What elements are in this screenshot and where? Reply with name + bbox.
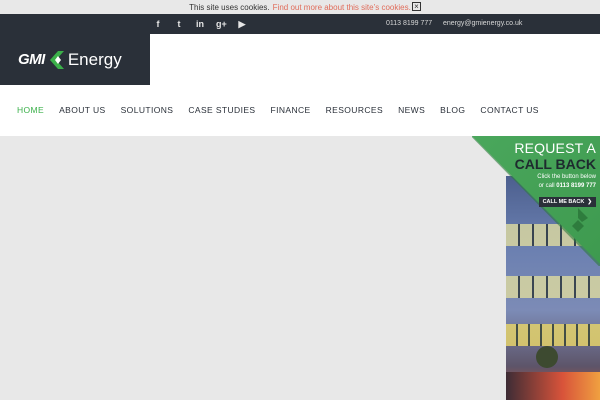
social-links: f t in g+ ▶ bbox=[153, 14, 247, 34]
site-header: GMI Energy HOME ABOUT US SOLUTIONS CASE … bbox=[0, 34, 600, 136]
close-icon[interactable]: × bbox=[412, 2, 421, 11]
main-nav: HOME ABOUT US SOLUTIONS CASE STUDIES FIN… bbox=[17, 105, 539, 115]
promo-callback-text: CALL BACK bbox=[514, 156, 596, 172]
email-link[interactable]: energy@gmienergy.co.uk bbox=[443, 14, 522, 34]
google-plus-icon[interactable]: g+ bbox=[216, 19, 227, 29]
top-bar: f t in g+ ▶ 0113 8199 777 energy@gmiener… bbox=[0, 14, 600, 34]
promo-request-text: REQUEST A bbox=[514, 140, 596, 156]
logo[interactable]: GMI Energy bbox=[0, 34, 150, 85]
promo-text: REQUEST A CALL BACK Click the button bel… bbox=[514, 141, 596, 208]
logo-energy-text: Energy bbox=[67, 49, 122, 69]
call-me-back-label: CALL ME BACK bbox=[542, 199, 585, 205]
nav-item-solutions[interactable]: SOLUTIONS bbox=[121, 105, 174, 115]
nav-item-blog[interactable]: BLOG bbox=[440, 105, 465, 115]
nav-item-resources[interactable]: RESOURCES bbox=[326, 105, 383, 115]
cookie-info-link[interactable]: Find out more about this site’s cookies. bbox=[273, 3, 411, 12]
tree-shape bbox=[536, 346, 558, 368]
nav-item-finance[interactable]: FINANCE bbox=[271, 105, 311, 115]
promo-instruction: Click the button below bbox=[537, 174, 596, 180]
promo-call-line: or call 0113 8199 777 bbox=[514, 183, 596, 190]
promo-chevron-icon bbox=[572, 208, 588, 232]
nav-item-about-us[interactable]: ABOUT US bbox=[59, 105, 106, 115]
nav-item-news[interactable]: NEWS bbox=[398, 105, 425, 115]
youtube-icon[interactable]: ▶ bbox=[237, 19, 247, 30]
promo-phone: 0113 8199 777 bbox=[556, 183, 596, 189]
nav-item-contact-us[interactable]: CONTACT US bbox=[480, 105, 538, 115]
promo-call-prefix: or call bbox=[538, 183, 555, 189]
street-lights bbox=[506, 372, 600, 400]
logo-gmi-text: GMI bbox=[18, 51, 45, 68]
cookie-bar: This site uses cookies. Find out more ab… bbox=[0, 0, 600, 14]
building-floor bbox=[506, 324, 600, 346]
cookie-text: This site uses cookies. bbox=[189, 2, 270, 12]
facebook-icon[interactable]: f bbox=[153, 19, 163, 29]
phone-link[interactable]: 0113 8199 777 bbox=[386, 14, 432, 34]
twitter-icon[interactable]: t bbox=[174, 19, 184, 29]
nav-item-case-studies[interactable]: CASE STUDIES bbox=[188, 105, 255, 115]
nav-item-home[interactable]: HOME bbox=[17, 105, 44, 115]
callback-promo: REQUEST A CALL BACK Click the button bel… bbox=[472, 136, 600, 400]
logo-chevron-icon bbox=[49, 50, 64, 69]
building-floor bbox=[506, 276, 600, 298]
linkedin-icon[interactable]: in bbox=[195, 19, 205, 29]
call-me-back-button[interactable]: CALL ME BACK ❯ bbox=[538, 197, 596, 207]
chevron-right-icon: ❯ bbox=[585, 199, 592, 205]
